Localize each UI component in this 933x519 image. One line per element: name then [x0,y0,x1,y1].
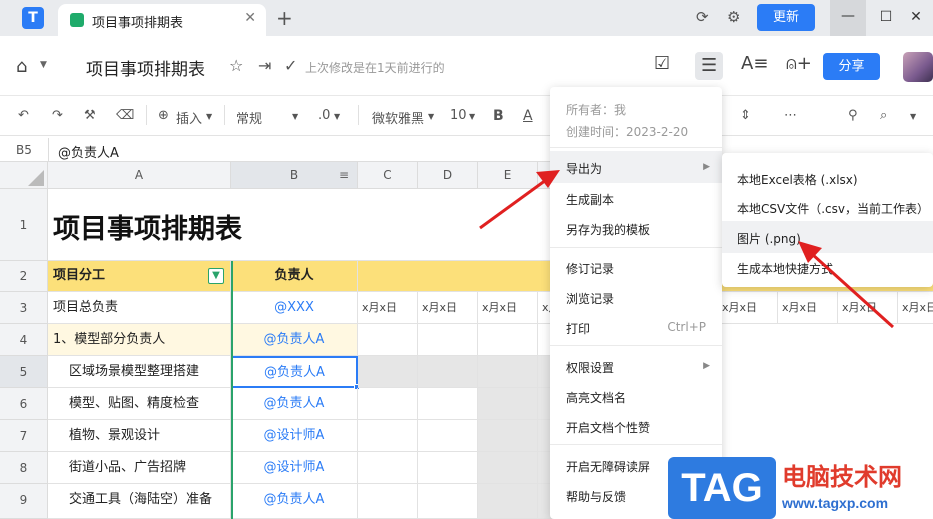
arrow-to-png [810,252,895,329]
arrow-to-export [479,178,547,230]
watermark-cn: 电脑技术网 [782,463,902,491]
watermark-url: www.tagxp.com [782,495,889,511]
watermark-tag: TAG [668,457,776,519]
watermark: TAG 电脑技术网 www.tagxp.com [668,457,933,519]
annotation-arrows [479,170,895,329]
